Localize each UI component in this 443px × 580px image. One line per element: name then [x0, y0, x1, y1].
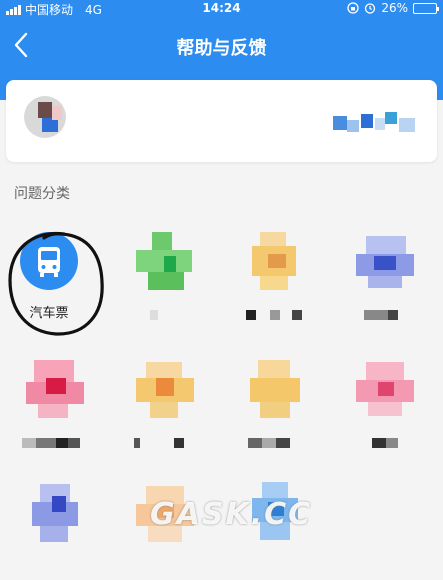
obscured-account-info — [333, 112, 417, 136]
account-card[interactable] — [6, 80, 437, 162]
category-item-7[interactable] — [224, 348, 334, 458]
category-item-8[interactable] — [334, 348, 443, 458]
obscured-label — [246, 310, 306, 320]
obscured-label — [248, 438, 308, 448]
obscured-icon — [356, 232, 422, 298]
status-bar: 中国移动 4G 14:24 26% — [0, 0, 443, 18]
obscured-icon — [26, 482, 92, 548]
category-label: 汽车票 — [29, 306, 69, 321]
obscured-label — [364, 438, 424, 448]
category-item-4[interactable] — [334, 220, 443, 330]
avatar — [24, 96, 66, 138]
obscured-icon — [246, 360, 312, 426]
category-item-5[interactable] — [4, 348, 114, 458]
obscured-icon — [136, 360, 202, 426]
obscured-label — [144, 310, 204, 320]
page-title: 帮助与反馈 — [176, 38, 267, 59]
obscured-icon — [356, 360, 422, 426]
lock-rotation-icon — [347, 2, 359, 14]
section-title: 问题分类 — [14, 186, 70, 202]
status-right: 26% — [347, 1, 439, 15]
obscured-icon — [26, 360, 92, 426]
category-grid: 汽车票 — [0, 220, 443, 542]
watermark: GASK.CC — [150, 497, 313, 532]
bus-icon — [20, 232, 78, 290]
battery-icon — [413, 2, 439, 14]
category-item-3[interactable] — [224, 220, 334, 330]
alarm-icon — [365, 3, 376, 14]
category-item-6[interactable] — [114, 348, 224, 458]
category-item-9[interactable] — [4, 470, 114, 580]
battery-percent: 26% — [381, 1, 408, 15]
obscured-label — [134, 438, 194, 448]
obscured-icon — [246, 232, 312, 298]
obscured-label — [22, 438, 98, 448]
category-bus-ticket[interactable]: 汽车票 — [4, 220, 114, 330]
category-item-2[interactable] — [114, 220, 224, 330]
nav-bar: 帮助与反馈 — [0, 18, 443, 74]
obscured-icon — [136, 232, 202, 298]
obscured-label — [364, 310, 424, 320]
